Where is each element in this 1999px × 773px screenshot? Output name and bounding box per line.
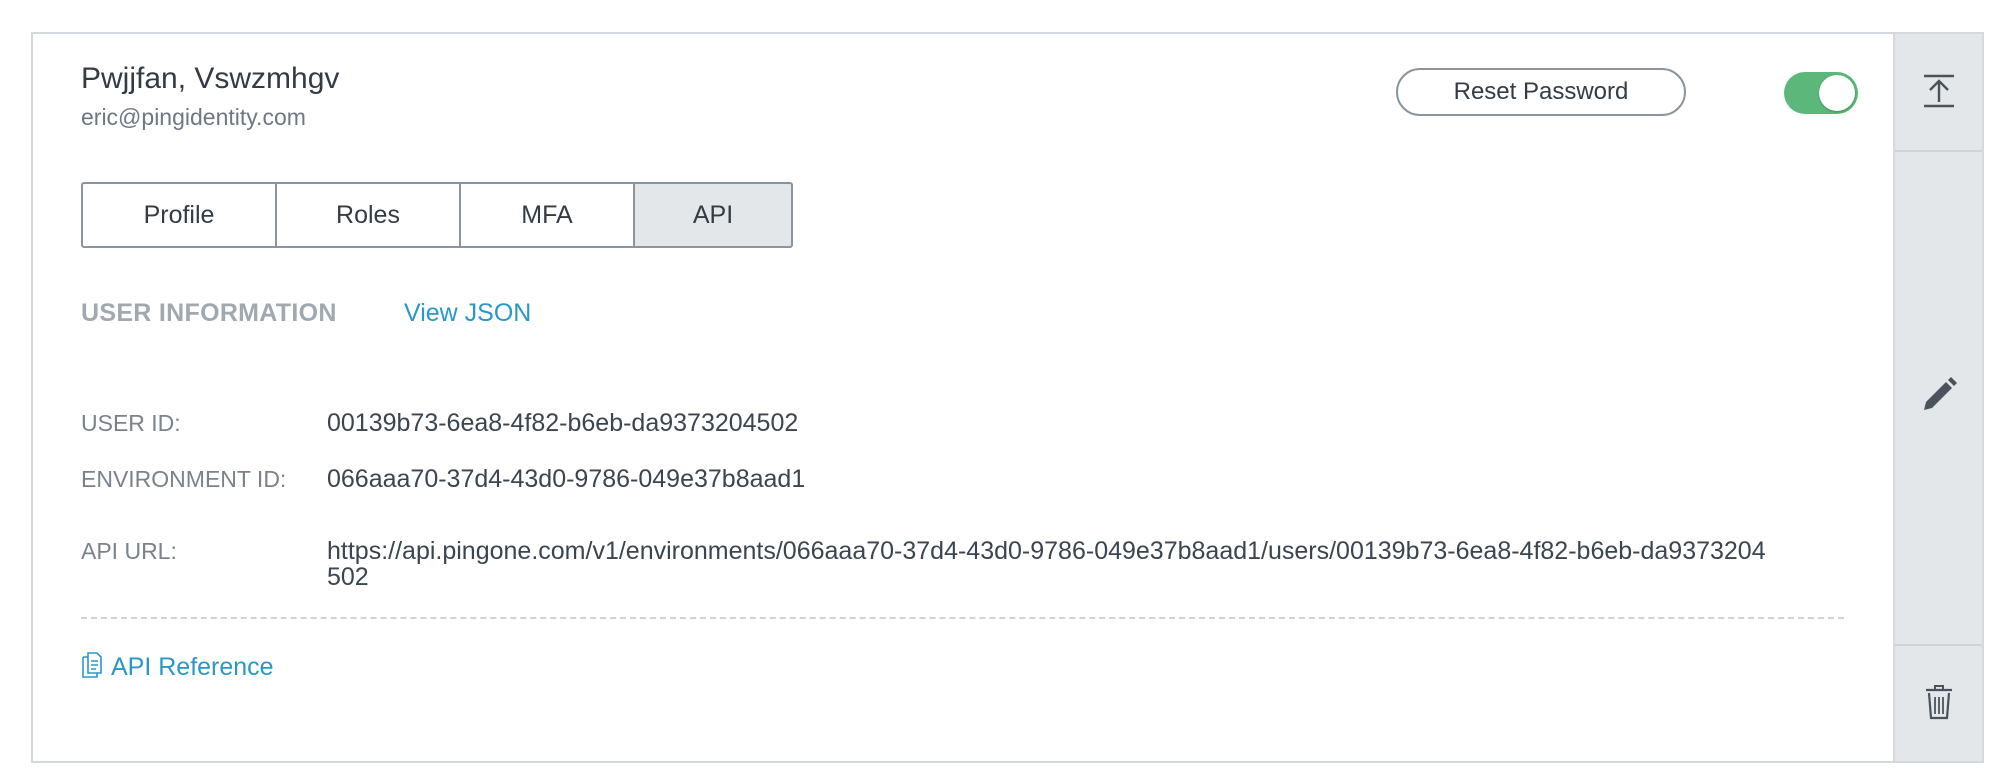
- section-divider: [81, 617, 1844, 619]
- edit-button[interactable]: [1895, 150, 1982, 646]
- tab-roles[interactable]: Roles: [275, 182, 461, 248]
- pencil-icon: [1920, 376, 1958, 419]
- user-detail-content: Pwjjfan, Vswzmhgv eric@pingidentity.com …: [33, 34, 1895, 761]
- view-json-link[interactable]: View JSON: [404, 299, 531, 328]
- user-email: eric@pingidentity.com: [81, 104, 306, 130]
- toggle-knob: [1819, 75, 1855, 111]
- delete-button[interactable]: [1895, 646, 1982, 763]
- section-heading: USER INFORMATION: [81, 299, 337, 327]
- api-reference-label: API Reference: [111, 653, 274, 681]
- api-url-label: API URL:: [81, 538, 177, 564]
- reset-password-button[interactable]: Reset Password: [1396, 68, 1686, 116]
- user-id-label: USER ID:: [81, 410, 181, 436]
- user-id-value: 00139b73-6ea8-4f82-b6eb-da9373204502: [327, 409, 799, 437]
- tab-mfa[interactable]: MFA: [459, 182, 635, 248]
- tab-profile[interactable]: Profile: [81, 182, 277, 248]
- environment-id-value: 066aaa70-37d4-43d0-9786-049e37b8aad1: [327, 465, 806, 493]
- api-url-value: https://api.pingone.com/v1/environments/…: [327, 537, 1766, 591]
- tab-bar: Profile Roles MFA API: [81, 182, 793, 248]
- user-detail-card: Pwjjfan, Vswzmhgv eric@pingidentity.com …: [31, 32, 1984, 763]
- action-sidebar: [1893, 34, 1982, 761]
- tab-api[interactable]: API: [633, 182, 793, 248]
- environment-id-label: ENVIRONMENT ID:: [81, 466, 287, 492]
- user-enabled-toggle[interactable]: [1784, 72, 1858, 114]
- document-icon: [81, 651, 103, 684]
- user-name: Pwjjfan, Vswzmhgv: [81, 62, 340, 95]
- collapse-icon: [1921, 72, 1957, 113]
- collapse-button[interactable]: [1895, 34, 1982, 152]
- trash-icon: [1924, 684, 1954, 725]
- api-reference-link[interactable]: API Reference: [81, 651, 274, 684]
